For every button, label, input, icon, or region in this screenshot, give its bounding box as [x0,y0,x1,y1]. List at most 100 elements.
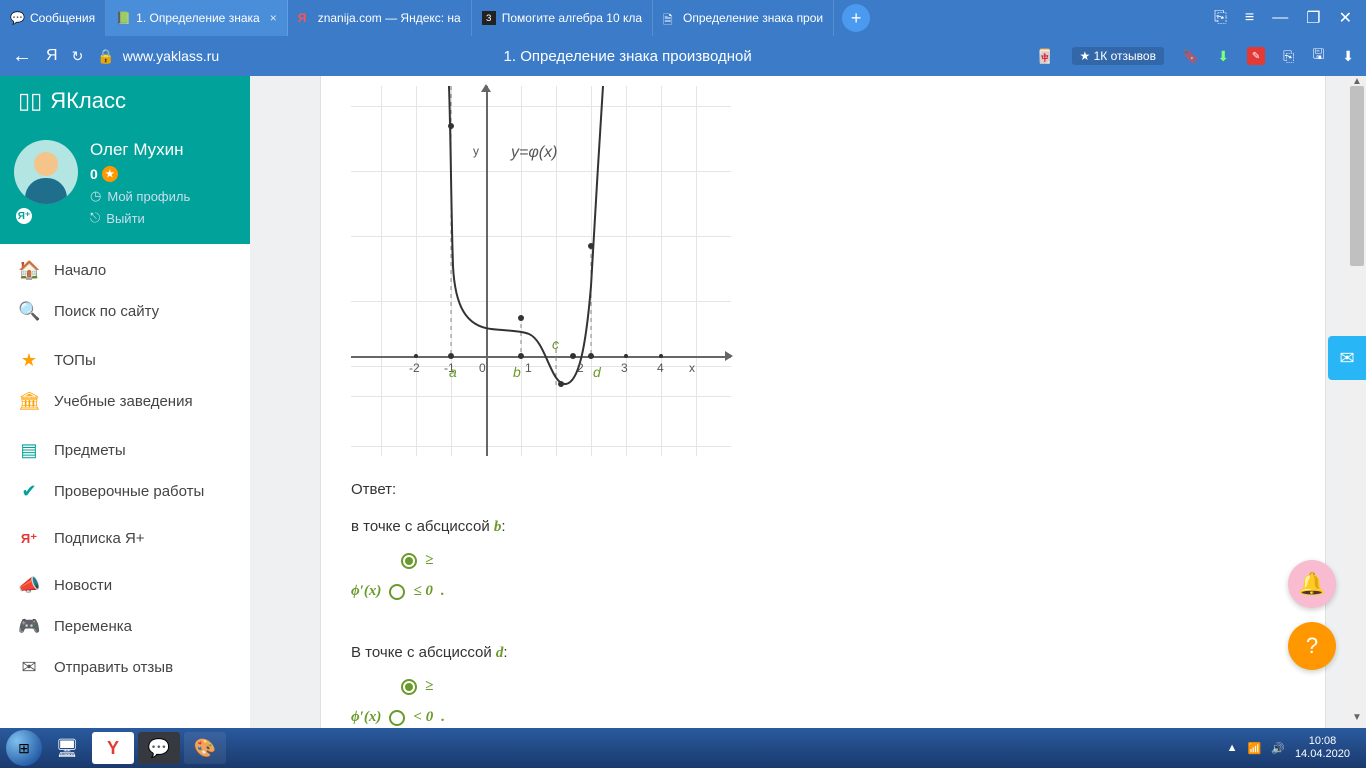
point-c-label: c [552,336,559,352]
megaphone-icon: 📣 [18,575,40,596]
home-icon: 🏠 [18,260,40,281]
y-label: y [473,144,479,158]
point-d-label: d [593,364,601,380]
taskbar-discord[interactable]: 💬 [138,732,180,764]
radio-icon[interactable] [389,584,405,600]
tab-messages[interactable]: 💬 Сообщения [0,0,106,36]
sidebar: ▯▯ ЯКласс Я⁺ Олег Мухин 0 ★ ◷Мой профиль… [0,76,250,728]
avatar-badge: Я⁺ [14,206,34,226]
reviews-badge[interactable]: ★ 1К отзывов [1072,47,1164,65]
nav-schools[interactable]: 🏛Учебные заведения [0,381,250,422]
avatar[interactable] [14,140,78,204]
taskbar-paint[interactable]: 🎨 [184,732,226,764]
extension-icon[interactable]: ✎ [1247,47,1265,65]
back-button[interactable]: ← [12,45,32,68]
option-d-ge[interactable]: ≥ [401,673,1295,700]
tab-current[interactable]: 📗 1. Определение знака × [106,0,288,36]
user-box: Я⁺ Олег Мухин 0 ★ ◷Мой профиль ⎋Выйти [0,126,250,244]
user-name: Олег Мухин [90,140,190,160]
page-body: ▯▯ ЯКласс Я⁺ Олег Мухин 0 ★ ◷Мой профиль… [0,76,1366,728]
scroll-down-icon[interactable]: ▼ [1348,712,1366,728]
logo-text: ЯКласс [50,88,126,114]
answer-heading: Ответ: [351,476,1295,503]
bank-icon: 🏛 [18,391,40,412]
nav-news[interactable]: 📣Новости [0,565,250,606]
nav-break[interactable]: 🎮Переменка [0,606,250,647]
minimize-button[interactable]: — [1272,9,1288,27]
tab-label: Определение знака прои [683,11,823,25]
menu-icon[interactable]: ≡ [1245,9,1254,27]
nav-subscription[interactable]: Я⁺Подписка Я+ [0,520,250,557]
book-open-icon: ▯▯ [18,88,42,114]
radio-icon[interactable] [389,710,405,726]
nav-subjects[interactable]: ▤Предметы [0,430,250,471]
tab-derivative-sign[interactable]: 🗎 Определение знака прои [653,0,834,36]
start-button[interactable]: ⊞ [6,730,42,766]
nav: 🏠Начало 🔍Поиск по сайту ★ТОПы 🏛Учебные з… [0,244,250,694]
derivative-expr: ϕ′(x) [351,704,381,728]
bookmark-icon[interactable]: 🔖 [1182,48,1199,65]
function-graph: y x -2 -1 0 1 2 3 4 a b c d y=φ(x) [351,86,731,456]
close-button[interactable]: ✕ [1339,8,1352,28]
site-logo[interactable]: ▯▯ ЯКласс [0,76,250,126]
z-icon: З [482,11,496,25]
book-icon: 📗 [116,11,130,25]
tab-label: Помогите алгебра 10 кла [502,11,642,25]
copy-icon[interactable]: ⎘ [1214,9,1227,27]
search-icon: 🔍 [18,301,40,322]
exit-icon: ⎋ [90,210,100,226]
taskbar: ⊞ 🖥 Y 💬 🎨 ▲ 📶 🔊 10:08 14.04.2020 [0,728,1366,768]
nav-tops[interactable]: ★ТОПы [0,340,250,381]
network-icon[interactable]: 📶 [1248,742,1262,755]
system-tray: ▲ 📶 🔊 10:08 14.04.2020 [1227,735,1360,761]
nav-tests[interactable]: ✔Проверочные работы [0,471,250,512]
browser-titlebar: 💬 Сообщения 📗 1. Определение знака × Я z… [0,0,1366,36]
clock[interactable]: 10:08 14.04.2020 [1295,735,1350,761]
derivative-expr: ϕ′(x) [351,578,381,605]
feedback-tab[interactable]: ✉ [1328,336,1366,380]
profile-link[interactable]: ◷Мой профиль [90,188,190,204]
radio-selected-icon[interactable] [401,553,417,569]
scroll-thumb[interactable] [1350,86,1364,266]
reload-button[interactable]: ↻ [72,48,84,65]
curve-svg [351,86,731,456]
radio-selected-icon[interactable] [401,679,417,695]
tab-znanija[interactable]: Я znanija.com — Яндекс: на [288,0,472,36]
option-b-ge[interactable]: ≥ [401,547,1295,574]
content-area: y x -2 -1 0 1 2 3 4 a b c d y=φ(x) Ответ… [250,76,1366,728]
panels-icon[interactable]: ⎘ [1283,48,1294,65]
nav-search[interactable]: 🔍Поиск по сайту [0,291,250,332]
tab-label: Сообщения [30,11,95,25]
maximize-button[interactable]: ❐ [1306,8,1320,28]
chat-icon: 💬 [10,11,24,25]
question-d: В точке с абсциссой d: [351,639,1295,667]
downloads-icon[interactable]: ⬇ [1342,48,1354,65]
nav-feedback[interactable]: ✉Отправить отзыв [0,647,250,688]
tray-up-icon[interactable]: ▲ [1227,742,1238,754]
file-icon: 🗎 [663,11,677,25]
download-icon[interactable]: ⬇ [1217,48,1229,65]
logout-link[interactable]: ⎋Выйти [90,210,190,226]
help-button[interactable]: ? [1288,622,1336,670]
url-text: www.yaklass.ru [123,48,219,64]
user-points: 0 ★ [90,166,190,182]
check-icon: ✔ [18,481,40,502]
scrollbar[interactable]: ▲ ▼ [1348,76,1366,728]
taskbar-browser[interactable]: Y [92,732,134,764]
option-d-lt: ϕ′(x) < 0. [351,704,1295,728]
url-box[interactable]: 🔒 www.yaklass.ru [97,48,219,65]
new-tab-button[interactable]: + [842,4,870,32]
close-icon[interactable]: × [270,11,277,25]
star-icon: ★ [102,166,118,182]
notifications-button[interactable]: 🔔 [1288,560,1336,608]
gauge-icon: ◷ [90,188,101,204]
save-icon[interactable]: 🖫 [1312,44,1324,68]
translate-icon[interactable]: 🀄 [1036,48,1053,65]
taskbar-pinned[interactable]: 🖥 [46,732,88,764]
nav-home[interactable]: 🏠Начало [0,250,250,291]
tab-label: znanija.com — Яндекс: на [318,11,461,25]
tab-help-algebra[interactable]: З Помогите алгебра 10 кла [472,0,653,36]
home-button[interactable]: Я [46,47,58,65]
yaplus-icon: Я⁺ [18,531,40,547]
sound-icon[interactable]: 🔊 [1271,742,1285,755]
